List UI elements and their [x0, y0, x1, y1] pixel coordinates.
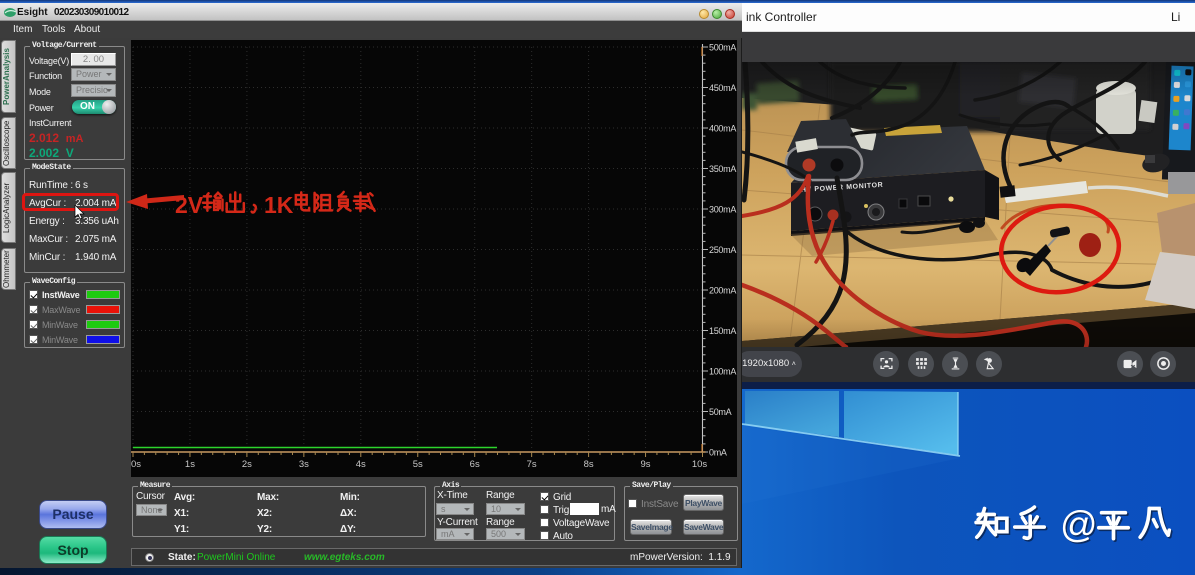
- svg-text:250mA: 250mA: [709, 245, 736, 255]
- svg-text:100mA: 100mA: [709, 367, 736, 377]
- svg-text:400mA: 400mA: [709, 124, 736, 134]
- svg-text:1s: 1s: [185, 459, 195, 470]
- svg-text:150mA: 150mA: [709, 326, 736, 336]
- svg-text:2V: 2V: [175, 192, 204, 218]
- svg-text:500mA: 500mA: [709, 43, 736, 53]
- svg-text:8s: 8s: [584, 459, 594, 470]
- svg-text:7s: 7s: [527, 459, 537, 470]
- svg-text:10s: 10s: [692, 459, 708, 470]
- svg-text:9s: 9s: [641, 459, 651, 470]
- svg-text:4s: 4s: [356, 459, 366, 470]
- svg-text:450mA: 450mA: [709, 83, 736, 93]
- svg-text:0s: 0s: [131, 459, 141, 470]
- svg-text:350mA: 350mA: [709, 164, 736, 174]
- svg-text:300mA: 300mA: [709, 205, 736, 215]
- svg-text:1K: 1K: [264, 192, 294, 218]
- svg-text:200mA: 200mA: [709, 286, 736, 296]
- svg-text:5s: 5s: [413, 459, 423, 470]
- svg-text:@: @: [1060, 504, 1098, 545]
- svg-text:3s: 3s: [299, 459, 309, 470]
- svg-text:0mA: 0mA: [709, 448, 727, 458]
- svg-text:2s: 2s: [242, 459, 252, 470]
- svg-text:50mA: 50mA: [709, 407, 732, 417]
- svg-text:6s: 6s: [470, 459, 480, 470]
